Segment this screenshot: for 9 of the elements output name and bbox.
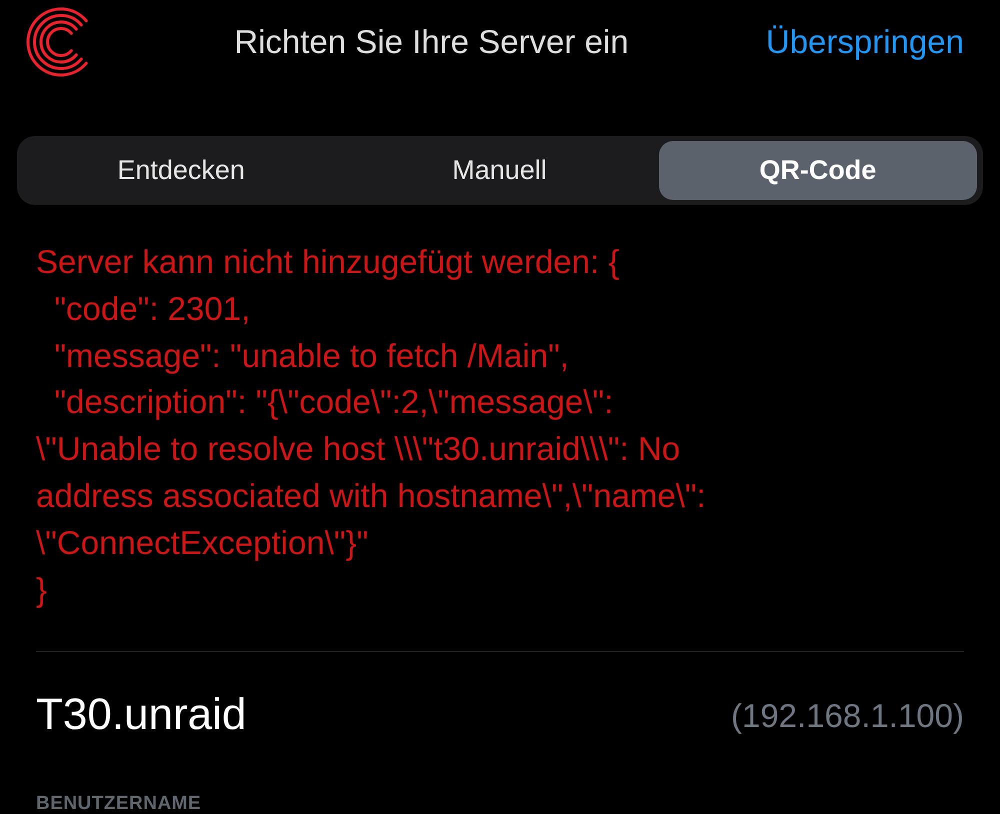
tab[interactable]: QR-Code: [658, 141, 977, 200]
field-label: BENUTZERNAME: [36, 794, 202, 814]
tab[interactable]: Manuell: [340, 141, 659, 200]
tab[interactable]: Entdecken: [22, 141, 340, 200]
error-message: Server kann nicht hinzugefügt werden: { "code": 2301, "message": "unable to fetch /Main", "description": "{\"code\":2,\"message\": \"Unable to resolve host \\\"t30.unraid\\\": No address associated with hostname\",\"name\": \"ConnectException\"}" }: [36, 242, 707, 610]
server-name: T30.unraid: [36, 689, 246, 742]
server-address: (192.168.1.100): [730, 696, 964, 736]
page-title: Richten Sie Ihre Server ein: [234, 22, 629, 62]
skip-link[interactable]: Überspringen: [766, 17, 964, 67]
